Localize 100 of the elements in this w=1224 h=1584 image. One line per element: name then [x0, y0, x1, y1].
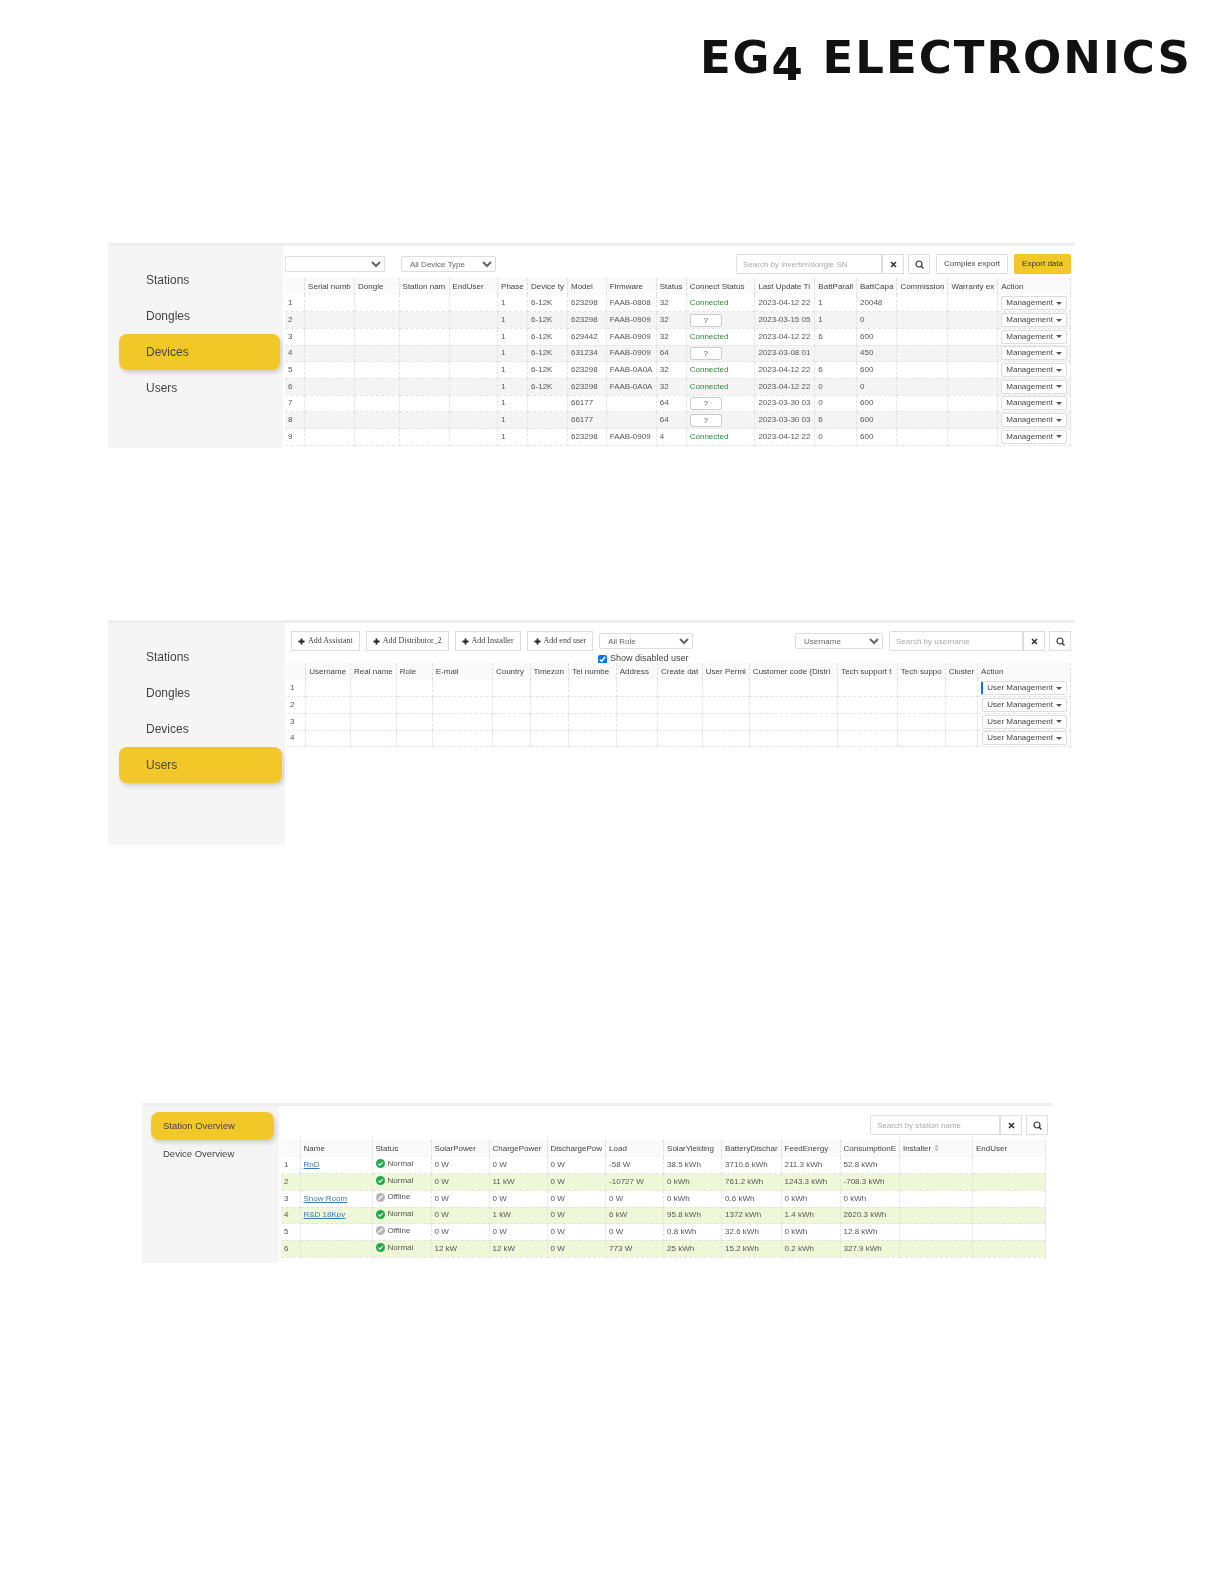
table-cell: 1.4 kWh — [781, 1207, 841, 1224]
plus-icon — [372, 637, 380, 645]
status-text: Normal — [387, 1241, 414, 1254]
table-cell: 0 W — [547, 1240, 606, 1258]
table-cell: 0 W — [547, 1207, 606, 1224]
management-dropdown[interactable]: Management — [1001, 413, 1067, 428]
sidebar-item[interactable]: Stations — [119, 262, 280, 298]
management-dropdown[interactable]: Management — [1001, 296, 1067, 311]
table-cell: 0 W — [547, 1173, 606, 1191]
checkbox-label: Show disabled user — [610, 652, 689, 666]
search-type-select[interactable]: Username — [795, 633, 883, 649]
user-management-dropdown[interactable]: User Management — [981, 681, 1067, 696]
user-management-dropdown[interactable]: User Management — [982, 714, 1067, 729]
management-dropdown[interactable]: Management — [1001, 429, 1067, 444]
export-button[interactable]: Export data — [1014, 254, 1071, 274]
table-cell: 6 kW — [605, 1207, 664, 1224]
table-cell: 32 — [656, 311, 687, 329]
search-button[interactable] — [908, 254, 931, 274]
management-dropdown[interactable]: Management — [1001, 313, 1067, 328]
table-cell: 0.2 kWh — [781, 1240, 841, 1258]
device-type-select[interactable]: All Device Type — [401, 256, 496, 272]
table-cell: FAAB-0808 — [606, 295, 657, 312]
column-header: Dongle — [354, 278, 400, 295]
row-number: 3 — [287, 713, 306, 731]
sidebar-item[interactable]: Dongles — [119, 675, 282, 711]
column-header: EndUser — [972, 1140, 1046, 1157]
search-button[interactable] — [1026, 1115, 1048, 1135]
add-user-button[interactable]: Add end user — [526, 631, 594, 651]
column-header: Load — [605, 1140, 664, 1157]
check-circle-icon — [375, 1159, 385, 1169]
column-header: Role — [396, 663, 433, 680]
column-header: Serial numb — [304, 278, 355, 295]
column-header: BattParall — [814, 278, 857, 295]
clear-button[interactable] — [1023, 631, 1045, 651]
export-options-button[interactable]: Complex export — [936, 254, 1009, 274]
search-field[interactable]: Search by inverter/dongle SN — [736, 254, 883, 274]
column-header: E-mail — [432, 663, 493, 680]
table-cell: 211.3 kWh — [781, 1157, 841, 1174]
sidebar-item[interactable]: Devices — [119, 711, 282, 747]
table-cell: 12 kW — [489, 1240, 547, 1258]
table-cell: 52.8 kWh — [840, 1157, 900, 1174]
sidebar-item[interactable]: Users — [119, 370, 280, 406]
clear-button[interactable] — [882, 254, 905, 274]
management-dropdown[interactable]: Management — [1001, 396, 1067, 411]
station-name-link[interactable]: RnD — [303, 1160, 320, 1170]
table-cell: 1243.3 kWh — [781, 1173, 841, 1191]
sidebar-item[interactable]: Device Overview — [151, 1140, 274, 1168]
column-header: Commission — [896, 278, 948, 295]
status-text: Offline — [387, 1224, 411, 1237]
check-circle-icon — [375, 1176, 385, 1186]
management-dropdown[interactable]: Management — [1001, 379, 1067, 394]
table-cell: 0 — [814, 378, 857, 396]
table-cell: -708.3 kWh — [840, 1173, 900, 1191]
add-user-button[interactable]: Add Assistant — [291, 631, 360, 651]
station-name-link[interactable]: Show Room — [303, 1193, 348, 1203]
row-number: 2 — [287, 696, 306, 714]
sidebar-item[interactable]: Station Overview — [151, 1112, 274, 1140]
add-user-button[interactable]: Add Distributor_2 — [365, 631, 449, 651]
management-dropdown[interactable]: Management — [1001, 329, 1067, 344]
sidebar-item[interactable]: Dongles — [119, 298, 280, 334]
column-header: User Permi — [702, 663, 750, 680]
column-header: Customer code (Distri — [749, 663, 838, 680]
table-cell: 1 kW — [489, 1207, 547, 1224]
caret-icon — [1056, 335, 1062, 339]
column-header: Warranty ex — [947, 278, 998, 295]
table-cell: 4 — [656, 428, 687, 446]
table-cell: 0 — [814, 395, 857, 412]
clear-button[interactable] — [1000, 1115, 1022, 1135]
sidebar-item[interactable]: Devices — [119, 334, 280, 370]
add-user-button[interactable]: Add Installer — [454, 631, 521, 651]
user-management-dropdown[interactable]: User Management — [982, 731, 1067, 746]
table-cell: 1 — [497, 295, 528, 312]
table-cell: 600 — [856, 395, 897, 412]
caret-icon — [1056, 418, 1062, 422]
role-select[interactable]: All Role — [599, 633, 694, 649]
search-field[interactable]: Search by station name — [870, 1115, 1000, 1135]
table-cell: 25 kWh — [663, 1240, 722, 1258]
table-cell: 6-12K — [527, 311, 568, 329]
management-dropdown[interactable]: Management — [1001, 346, 1067, 361]
user-management-dropdown[interactable]: User Management — [982, 698, 1067, 713]
table-cell: 2023-03-30 03 — [754, 411, 815, 429]
table-cell: 66177 — [567, 411, 607, 429]
management-dropdown[interactable]: Management — [1001, 363, 1067, 378]
row-number: 6 — [281, 1240, 300, 1258]
row-number: 6 — [285, 378, 305, 396]
column-header: SolarPower — [431, 1140, 489, 1157]
row-number: 1 — [285, 295, 305, 312]
slash-circle-icon — [375, 1192, 385, 1202]
column-header: Country — [492, 663, 530, 680]
search-field[interactable]: Search by username — [889, 631, 1023, 651]
table-cell: 2023-04-12 22 — [754, 378, 815, 396]
column-header: EndUser — [449, 278, 498, 295]
column-header: Status — [372, 1140, 431, 1157]
table-cell: 631234 — [567, 345, 607, 362]
search-button[interactable] — [1049, 631, 1071, 651]
check-circle-icon — [375, 1209, 385, 1219]
sidebar-item[interactable]: Stations — [119, 639, 282, 675]
sidebar-item[interactable]: Users — [119, 747, 282, 783]
table-cell: 450 — [856, 345, 897, 362]
column-header: Model — [567, 278, 607, 295]
